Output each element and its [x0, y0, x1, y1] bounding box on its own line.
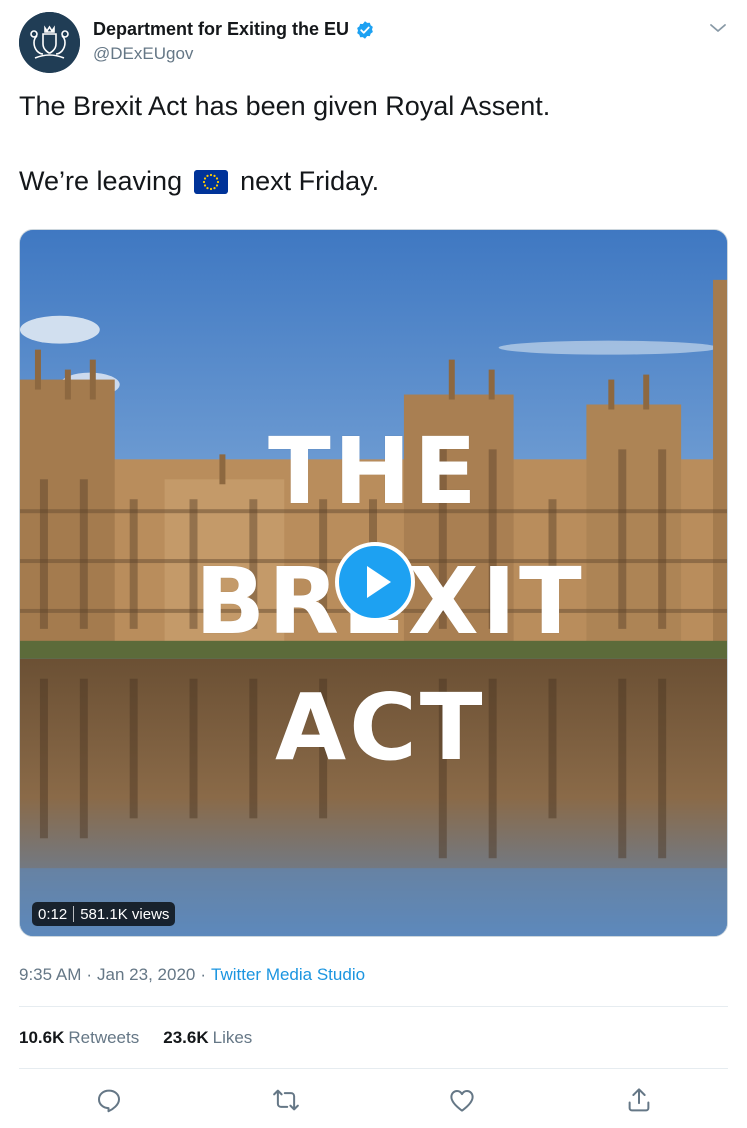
- divider: [19, 1006, 728, 1007]
- eu-flag-icon: [194, 170, 229, 194]
- video-stats-badge: 0:12 581.1K views: [32, 902, 176, 926]
- share-button[interactable]: [624, 1085, 654, 1115]
- tweet-text-after-emoji: next Friday.: [240, 166, 380, 196]
- tweet-text-line-2: We’re leaving next Friday.: [19, 165, 379, 197]
- reply-button[interactable]: [94, 1085, 124, 1115]
- tweet-stats: 10.6K Retweets 23.6K Likes: [19, 1028, 252, 1048]
- display-name[interactable]: Department for Exiting the EU: [93, 19, 349, 40]
- tweet-source-link[interactable]: Twitter Media Studio: [211, 965, 365, 985]
- tweet: Department for Exiting the EU @DExEUgov …: [0, 0, 747, 1128]
- action-bar: [0, 1085, 747, 1117]
- retweet-icon: [273, 1089, 299, 1111]
- video-player[interactable]: THE BREXIT ACT 0:12 581.1K views: [19, 229, 728, 937]
- overlay-word-the: THE: [268, 418, 480, 525]
- tweet-time[interactable]: 9:35 AM: [19, 965, 81, 985]
- like-button[interactable]: [447, 1085, 477, 1115]
- overlay-word-act: ACT: [275, 674, 486, 781]
- likes-label: Likes: [212, 1028, 253, 1047]
- chevron-down-icon: [710, 24, 726, 32]
- retweet-button[interactable]: [271, 1085, 301, 1115]
- more-options-button[interactable]: [706, 16, 730, 40]
- likes-count: 23.6K: [163, 1028, 209, 1047]
- retweets-stat[interactable]: 10.6K Retweets: [19, 1028, 139, 1048]
- play-button[interactable]: [335, 542, 415, 622]
- coat-of-arms-icon: [19, 12, 80, 73]
- video-views: 581.1K views: [80, 905, 170, 923]
- account-handle[interactable]: @DExEUgov: [93, 44, 193, 64]
- meta-separator: ·: [86, 965, 93, 984]
- tweet-text-before-emoji: We’re leaving: [19, 166, 183, 196]
- play-icon: [367, 566, 391, 598]
- tweet-date[interactable]: Jan 23, 2020: [97, 965, 195, 985]
- like-icon: [450, 1090, 474, 1112]
- name-row: Department for Exiting the EU: [93, 19, 375, 40]
- likes-stat[interactable]: 23.6K Likes: [163, 1028, 252, 1048]
- meta-separator: ·: [200, 965, 207, 984]
- avatar[interactable]: [19, 12, 80, 73]
- tweet-text-line-1: The Brexit Act has been given Royal Asse…: [19, 91, 551, 121]
- verified-badge-icon: [357, 20, 373, 39]
- video-duration: 0:12: [38, 905, 68, 923]
- reply-icon: [98, 1089, 120, 1113]
- divider: [19, 1068, 728, 1069]
- share-icon: [628, 1088, 650, 1112]
- tweet-meta: 9:35 AM · Jan 23, 2020 · Twitter Media S…: [19, 965, 365, 985]
- badge-divider: [73, 906, 75, 922]
- retweets-label: Retweets: [68, 1028, 140, 1047]
- retweets-count: 10.6K: [19, 1028, 65, 1047]
